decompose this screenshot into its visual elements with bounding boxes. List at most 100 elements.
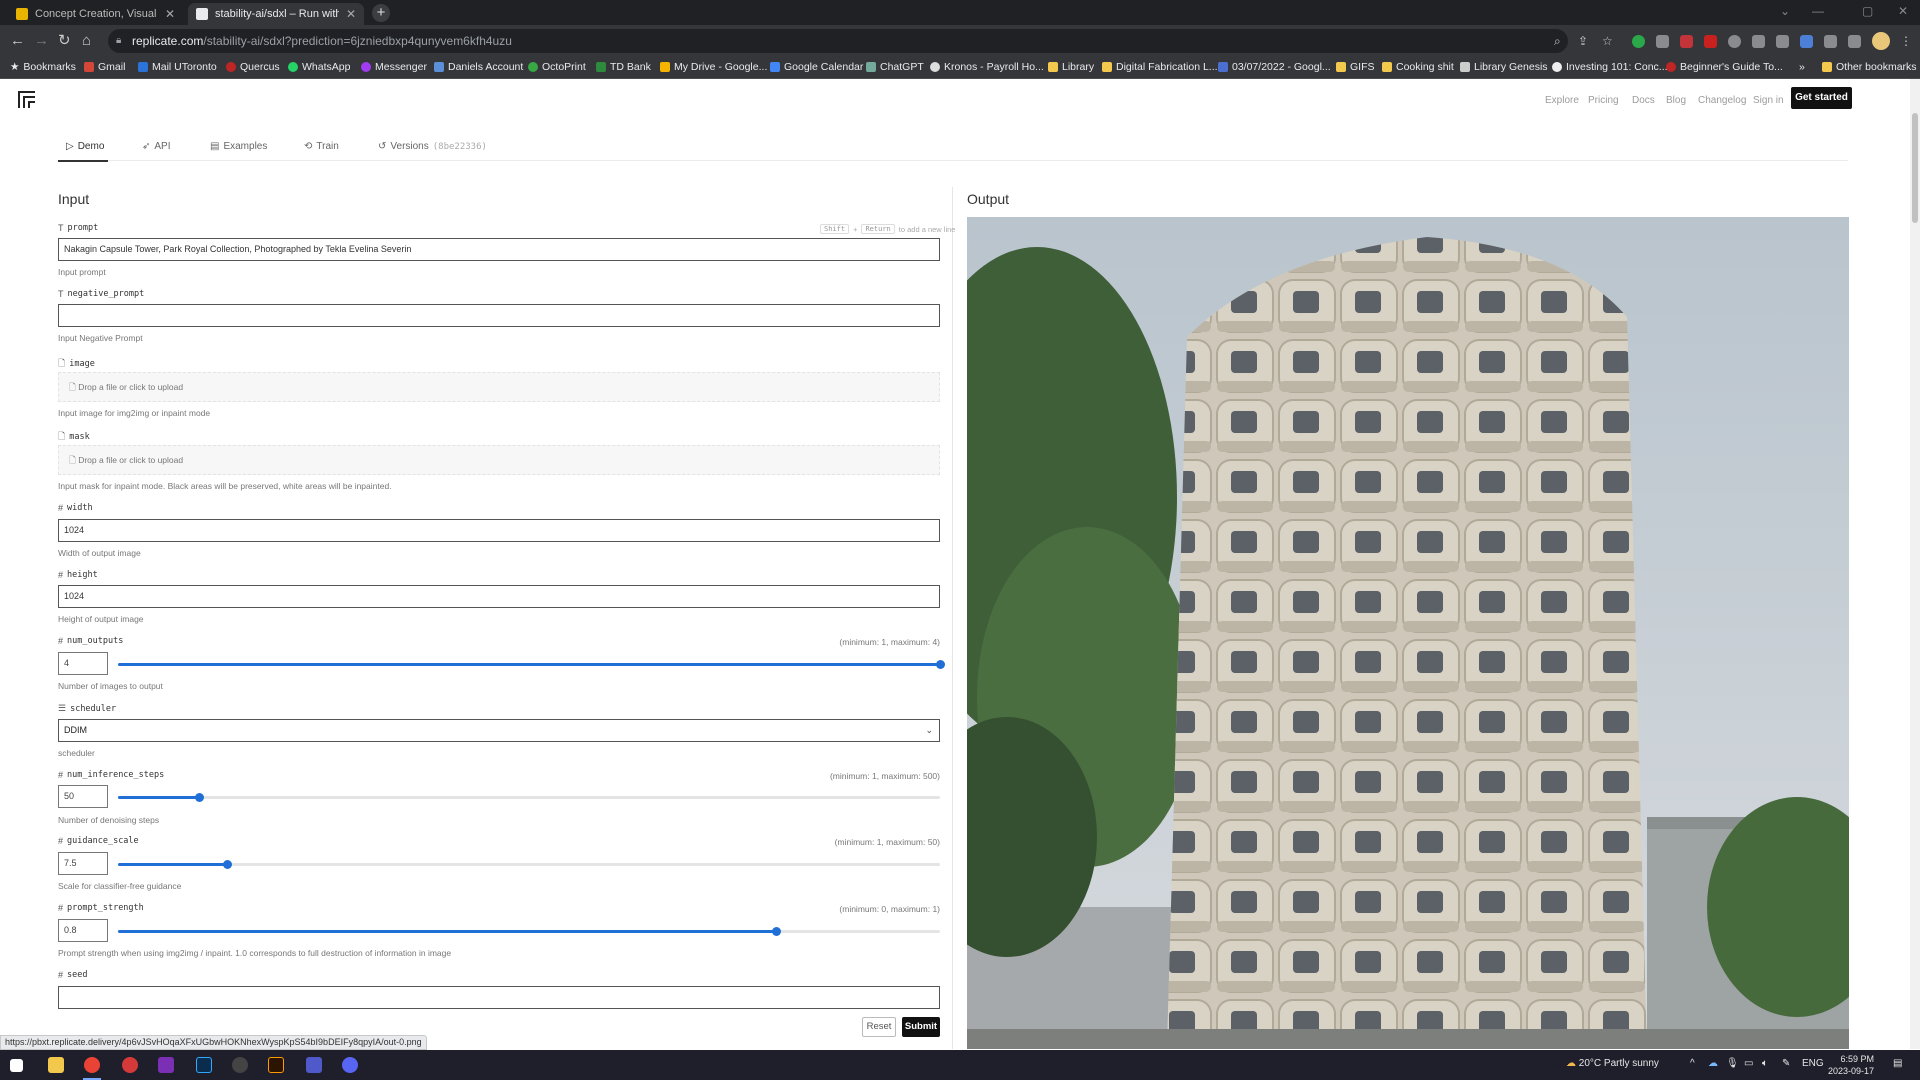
bookmark-item[interactable]: GIFS <box>1336 61 1375 73</box>
address-bar[interactable]: 🔒︎ replicate.com/stability-ai/sdxl?predi… <box>108 29 1568 53</box>
download-icon[interactable] <box>1752 35 1765 48</box>
back-icon[interactable]: ← <box>10 32 25 50</box>
sidebar-icon[interactable] <box>1848 35 1861 48</box>
nav-sign-in[interactable]: Sign in <box>1753 95 1784 106</box>
guidance-scale-input[interactable]: 7.5 <box>58 852 108 875</box>
nav-docs[interactable]: Docs <box>1632 95 1655 106</box>
bookmark-item[interactable]: TD Bank <box>596 61 651 73</box>
bookmark-star-icon[interactable]: ☆ <box>1602 32 1613 50</box>
notifications-icon[interactable]: ▤ <box>1893 1058 1902 1069</box>
illustrator-icon[interactable] <box>268 1057 284 1073</box>
onenote-icon[interactable] <box>158 1057 174 1073</box>
pen-icon[interactable]: ✎ <box>1782 1058 1790 1069</box>
obs-icon[interactable] <box>232 1057 248 1073</box>
output-image[interactable] <box>967 217 1849 1049</box>
tab-search-icon[interactable]: ⌄ <box>1780 4 1790 18</box>
bookmark-item[interactable]: Other bookmarks <box>1822 61 1917 73</box>
bookmark-item[interactable]: Daniels Account <box>434 61 523 73</box>
bookmark-item[interactable]: Beginner's Guide To... <box>1666 61 1783 73</box>
tab-api[interactable]: ➶ API <box>142 141 171 152</box>
extension-screen-icon[interactable] <box>1656 35 1669 48</box>
new-tab-button[interactable]: + <box>372 4 390 22</box>
nav-explore[interactable]: Explore <box>1545 95 1579 106</box>
weather-widget[interactable]: ☁ 20°C Partly sunny <box>1566 1058 1659 1069</box>
microphone-icon[interactable]: 🎙︎ <box>1726 1058 1739 1069</box>
todoist-icon[interactable] <box>122 1057 138 1073</box>
language-indicator[interactable]: ENG <box>1802 1058 1824 1069</box>
tab-examples[interactable]: ▤ Examples <box>210 141 267 152</box>
nav-pricing[interactable]: Pricing <box>1588 95 1619 106</box>
close-tab-icon[interactable]: ✕ <box>346 7 356 21</box>
slider-handle[interactable] <box>194 793 204 802</box>
nav-blog[interactable]: Blog <box>1666 95 1686 106</box>
bookmark-item[interactable]: Quercus <box>226 61 280 73</box>
minimize-icon[interactable]: — <box>1812 4 1824 18</box>
bookmarks-more-button[interactable]: » <box>1799 61 1805 73</box>
close-tab-icon[interactable]: ✕ <box>165 7 175 21</box>
inference-steps-slider[interactable] <box>118 793 940 802</box>
extension-doc-icon[interactable] <box>1776 35 1789 48</box>
tab-demo[interactable]: ▷ Demo <box>66 141 104 152</box>
bookmark-item[interactable]: Cooking shit <box>1382 61 1454 73</box>
mask-dropzone[interactable]: 🗋 Drop a file or click to upload <box>58 445 940 475</box>
maximize-icon[interactable]: ▢ <box>1862 4 1873 18</box>
browser-menu-icon[interactable]: ⋮ <box>1900 32 1912 50</box>
bookmark-item[interactable]: 03/07/2022 - Googl... <box>1218 61 1331 73</box>
replicate-logo-icon[interactable] <box>18 91 35 108</box>
chrome-icon[interactable] <box>84 1057 100 1073</box>
bookmark-item[interactable]: My Drive - Google... <box>660 61 767 73</box>
prompt-strength-input[interactable]: 0.8 <box>58 919 108 942</box>
forward-icon[interactable]: → <box>34 32 49 50</box>
network-icon[interactable]: ▭ <box>1744 1058 1753 1069</box>
onedrive-icon[interactable]: ☁ <box>1708 1058 1718 1069</box>
bookmark-item[interactable]: Digital Fabrication L... <box>1102 61 1218 73</box>
bookmark-item[interactable]: Mail UToronto <box>138 61 217 73</box>
extension-red-icon[interactable] <box>1680 35 1693 48</box>
image-dropzone[interactable]: 🗋 Drop a file or click to upload <box>58 372 940 402</box>
window-close-icon[interactable]: ✕ <box>1898 4 1908 18</box>
file-explorer-icon[interactable] <box>48 1057 64 1073</box>
home-icon[interactable]: ⌂ <box>82 32 91 50</box>
tab-replicate-sdxl[interactable]: stability-ai/sdxl – Run with an AP ✕ <box>188 3 364 25</box>
bookmark-item[interactable]: Kronos - Payroll Ho... <box>930 61 1044 73</box>
zoom-icon[interactable]: ⌕ <box>1554 32 1561 50</box>
bookmark-item[interactable]: ★ Bookmarks <box>10 61 76 73</box>
nav-changelog[interactable]: Changelog <box>1698 95 1746 106</box>
tray-chevron-icon[interactable]: ^ <box>1690 1058 1695 1069</box>
guidance-scale-slider[interactable] <box>118 860 940 869</box>
bookmark-item[interactable]: ChatGPT <box>866 61 924 73</box>
tab-train[interactable]: ⟲ Train <box>304 141 339 152</box>
bookmark-item[interactable]: Google Calendar <box>770 61 863 73</box>
reset-button[interactable]: Reset <box>862 1017 896 1037</box>
tab-versions[interactable]: ↺ Versions (8be22336) <box>378 141 487 152</box>
bookmark-item[interactable]: OctoPrint <box>528 61 586 73</box>
extension-grammarly-icon[interactable] <box>1632 35 1645 48</box>
windows-start-icon[interactable] <box>10 1059 23 1072</box>
submit-button[interactable]: Submit <box>902 1017 940 1037</box>
bookmark-item[interactable]: WhatsApp <box>288 61 350 73</box>
scheduler-select[interactable]: DDIM ⌄ <box>58 719 940 742</box>
prompt-input[interactable]: Nakagin Capsule Tower, Park Royal Collec… <box>58 238 940 261</box>
teams-icon[interactable] <box>306 1057 322 1073</box>
page-scrollbar[interactable] <box>1910 79 1920 1049</box>
slider-handle[interactable] <box>936 660 945 669</box>
tab-concept-creation[interactable]: Concept Creation, Visual Worksp ✕ <box>8 3 183 25</box>
volume-icon[interactable]: 🔈︎ <box>1762 1058 1768 1069</box>
get-started-button[interactable]: Get started <box>1791 87 1852 109</box>
num-outputs-input[interactable]: 4 <box>58 652 108 675</box>
reload-icon[interactable]: ↻ <box>58 32 71 50</box>
bookmark-item[interactable]: Gmail <box>84 61 125 73</box>
extension-blue-icon[interactable] <box>1800 35 1813 48</box>
inference-steps-input[interactable]: 50 <box>58 785 108 808</box>
profile-avatar[interactable] <box>1872 32 1890 50</box>
slider-handle[interactable] <box>771 927 781 936</box>
height-input[interactable]: 1024 <box>58 585 940 608</box>
extension-bulb-icon[interactable] <box>1728 35 1741 48</box>
bookmark-item[interactable]: Library Genesis <box>1460 61 1548 73</box>
taskbar-clock[interactable]: 6:59 PM 2023-09-17 <box>1828 1053 1874 1077</box>
scrollbar-thumb[interactable] <box>1912 113 1918 223</box>
discord-icon[interactable] <box>342 1057 358 1073</box>
photoshop-icon[interactable] <box>196 1057 212 1073</box>
width-input[interactable]: 1024 <box>58 519 940 542</box>
prompt-strength-slider[interactable] <box>118 927 940 936</box>
